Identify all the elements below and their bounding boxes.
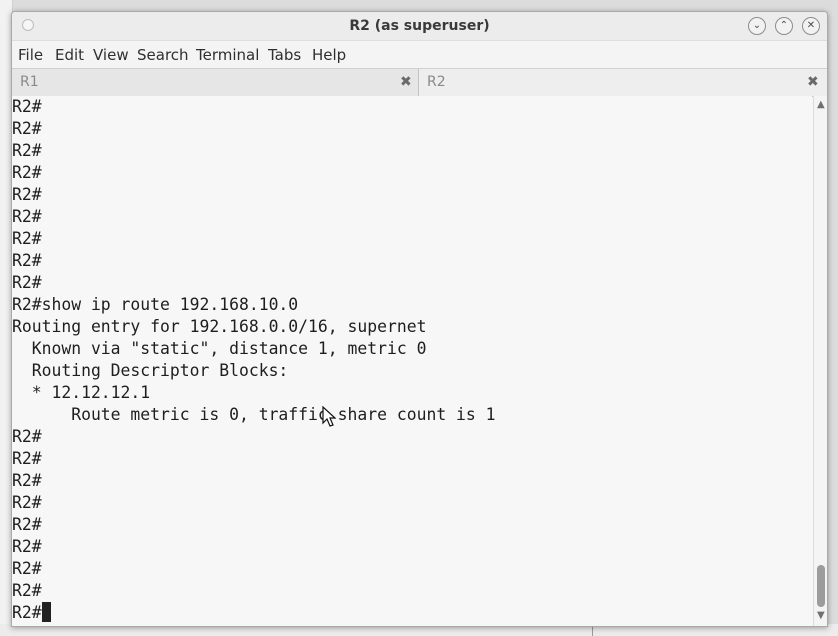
terminal-line: R2#: [12, 273, 42, 292]
mouse-pointer-icon: [322, 406, 336, 427]
tab-r2-label: R2: [427, 74, 446, 90]
menu-help[interactable]: Help: [312, 46, 346, 64]
menu-view[interactable]: View: [93, 46, 129, 64]
tab-r1-label: R1: [20, 74, 39, 90]
terminal-line: R2#: [12, 207, 42, 226]
terminal-line-command: R2#show ip route 192.168.10.0: [12, 295, 299, 314]
menu-file[interactable]: File: [18, 46, 43, 64]
menu-bar: File Edit View Search Terminal Tabs Help: [12, 41, 827, 68]
terminal-line-output: Known via "static", distance 1, metric 0: [12, 339, 427, 358]
menu-terminal[interactable]: Terminal: [196, 46, 259, 64]
terminal-prompt-line: R2#: [12, 602, 51, 624]
terminal-line-output: Route metric is 0, traffic share count i…: [12, 405, 496, 424]
terminal-line: R2#: [12, 515, 42, 534]
tab-bar: R1 ✖ R2 ✖: [12, 68, 827, 97]
menu-search[interactable]: Search: [137, 46, 189, 64]
terminal-line: R2#: [12, 163, 42, 182]
tab-r2-close-icon[interactable]: ✖: [807, 74, 819, 90]
scroll-up-icon[interactable]: ▲: [817, 99, 825, 110]
window-title: R2 (as superuser): [349, 18, 490, 34]
title-bar[interactable]: R2 (as superuser) ⌄ ⌃ ✕: [12, 12, 827, 41]
scrollbar-thumb[interactable]: [817, 565, 825, 607]
terminal-line: R2#: [12, 119, 42, 138]
terminal-line: R2#: [12, 581, 42, 600]
terminal-prompt: R2#: [12, 603, 42, 622]
tab-r1-close-icon[interactable]: ✖: [400, 74, 412, 90]
terminal-line: R2#: [12, 229, 42, 248]
terminal-line: R2#: [12, 97, 42, 116]
maximize-icon[interactable]: ⌃: [775, 17, 793, 35]
terminal-line: R2#: [12, 537, 42, 556]
terminal-line-output: Routing Descriptor Blocks:: [12, 361, 289, 380]
terminal-line: R2#: [12, 449, 42, 468]
terminal-line: R2#: [12, 493, 42, 512]
menu-edit[interactable]: Edit: [55, 46, 84, 64]
terminal-line-output: * 12.12.12.1: [12, 383, 151, 402]
terminal-line: R2#: [12, 471, 42, 490]
tab-r1[interactable]: R1 ✖: [12, 69, 419, 96]
menu-tabs[interactable]: Tabs: [268, 46, 301, 64]
tab-r2[interactable]: R2 ✖: [419, 69, 827, 96]
terminal-line: R2#: [12, 185, 42, 204]
terminal-line: R2#: [12, 251, 42, 270]
terminal-window: R2 (as superuser) ⌄ ⌃ ✕ File Edit View S…: [11, 11, 828, 627]
vertical-scrollbar[interactable]: ▲ ▼: [813, 96, 827, 626]
text-cursor: [41, 602, 51, 622]
minimize-icon[interactable]: ⌄: [748, 17, 766, 35]
terminal-line: R2#: [12, 559, 42, 578]
terminal-line: R2#: [12, 427, 42, 446]
scroll-down-icon[interactable]: ▼: [817, 610, 825, 621]
terminal-line-output: Routing entry for 192.168.0.0/16, supern…: [12, 317, 427, 336]
close-icon[interactable]: ✕: [802, 17, 820, 35]
terminal-line: R2#: [12, 141, 42, 160]
terminal-output[interactable]: R2# R2# R2# R2# R2# R2# R2# R2# R2# R2#s…: [12, 96, 812, 626]
